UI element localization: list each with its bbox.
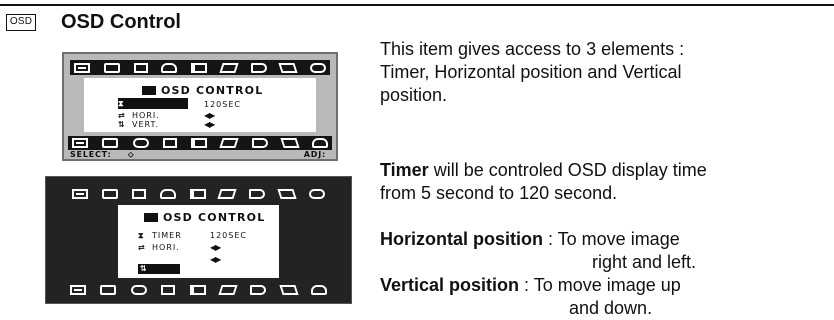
tilt-icon [162,138,177,148]
language-icon [279,284,299,295]
intro-paragraph: This item gives access to 3 elements : T… [380,39,685,105]
top-rule [0,4,834,6]
vertical-position-icon [161,62,178,73]
horizontal-arrows-icon: ⇄ [118,111,126,120]
moire-icon [219,138,239,148]
osd-mini-icon [142,86,156,95]
horizontal-position-icon [133,62,148,73]
side-pincushion-icon [250,62,267,73]
osd-icon [191,138,207,148]
size-icon [70,284,86,295]
vertical-arrows-icon: ⇅ [140,264,148,273]
hori-row: ⇄ HORI. [118,111,160,120]
adj-label: ADJ: [303,150,326,159]
hori-adjust-arrows-icon: ◀▶ [210,243,221,252]
color-icon [250,284,267,295]
select-arrow-icon: ⬦ [128,150,135,159]
pincushion-icon [189,189,206,199]
hori-adjust-arrows-icon: ◀▶ [204,111,215,120]
osd-badge-icon: OSD [6,14,36,31]
moire-icon [218,284,238,295]
osd-bottom-icon-bar [68,136,332,150]
trapezoid-icon [219,62,239,73]
parallelogram-icon [277,189,297,199]
timer-hourglass-icon: ⧗ [118,99,125,108]
timer-hourglass-icon: ⧗ [138,231,145,240]
select-label: SELECT: [70,150,112,159]
osd-mini-icon [144,213,158,222]
contrast-icon [74,62,90,73]
degauss-icon [132,138,149,148]
color-icon [251,138,268,148]
osd-footer: SELECT: ⬦ ADJ: [68,150,332,159]
vert-row: ⇅ VERT. [118,120,159,129]
vert-adjust-arrows-icon: ◀▶ [210,255,221,264]
contrast-icon [72,189,88,199]
timer-row: ⧗ TIMER [138,231,182,240]
hori-row: ⇄ HORI. [138,243,180,252]
horizontal-term: Horizontal position [380,229,543,249]
horizontal-position-icon [131,189,146,199]
timer-value: 120SEC [210,231,247,240]
vertical-position-icon [159,189,176,199]
position-paragraph: Horizontal position : To move image righ… [380,229,697,318]
section-title: OSD Control [61,11,181,33]
timer-term: Timer [380,160,429,180]
exit-icon [312,138,328,148]
rotation-icon [309,189,325,199]
vertical-arrows-icon: ⇅ [118,120,126,129]
position-icon [100,284,117,295]
brightness-icon [103,62,120,73]
degauss-icon [130,284,147,295]
trapezoid-icon [217,189,237,199]
language-icon [280,138,300,148]
osd-top-icon-bar [70,60,330,75]
size-icon [72,138,88,148]
rotation-icon [310,62,326,73]
osd-control-panel: OSD CONTROL ⧗ 120SEC ⇄ HORI. ◀▶ ⇅ VERT. ◀▶ [84,78,316,132]
timer-paragraph: Timer will be controled OSD display time… [380,160,707,203]
exit-icon [311,284,327,295]
vertical-term: Vertical position [380,275,520,295]
parallelogram-icon [278,62,298,73]
brightness-icon [101,189,118,199]
osd-bottom-icon-bar [68,282,329,297]
osd-icon [189,284,206,295]
osd-screenshot-vertical: OSD CONTROL ⧗ TIMER 120SEC ⇄ HORI. ◀▶ ⇅ ◀▶ [45,176,352,304]
side-pincushion-icon [249,189,266,199]
pincushion-icon [191,62,207,73]
vert-adjust-arrows-icon: ◀▶ [204,120,215,129]
osd-control-panel: OSD CONTROL ⧗ TIMER 120SEC ⇄ HORI. ◀▶ ⇅ ◀▶ [118,205,279,278]
tilt-icon [161,284,176,295]
position-icon [102,138,119,148]
osd-top-icon-bar [70,187,327,201]
timer-value: 120SEC [204,100,241,109]
horizontal-arrows-icon: ⇄ [138,243,146,252]
osd-panel-title: OSD CONTROL [144,211,265,224]
osd-screenshot-timer: OSD CONTROL ⧗ 120SEC ⇄ HORI. ◀▶ ⇅ VERT. ◀▶… [62,52,338,161]
osd-panel-title: OSD CONTROL [142,84,263,97]
